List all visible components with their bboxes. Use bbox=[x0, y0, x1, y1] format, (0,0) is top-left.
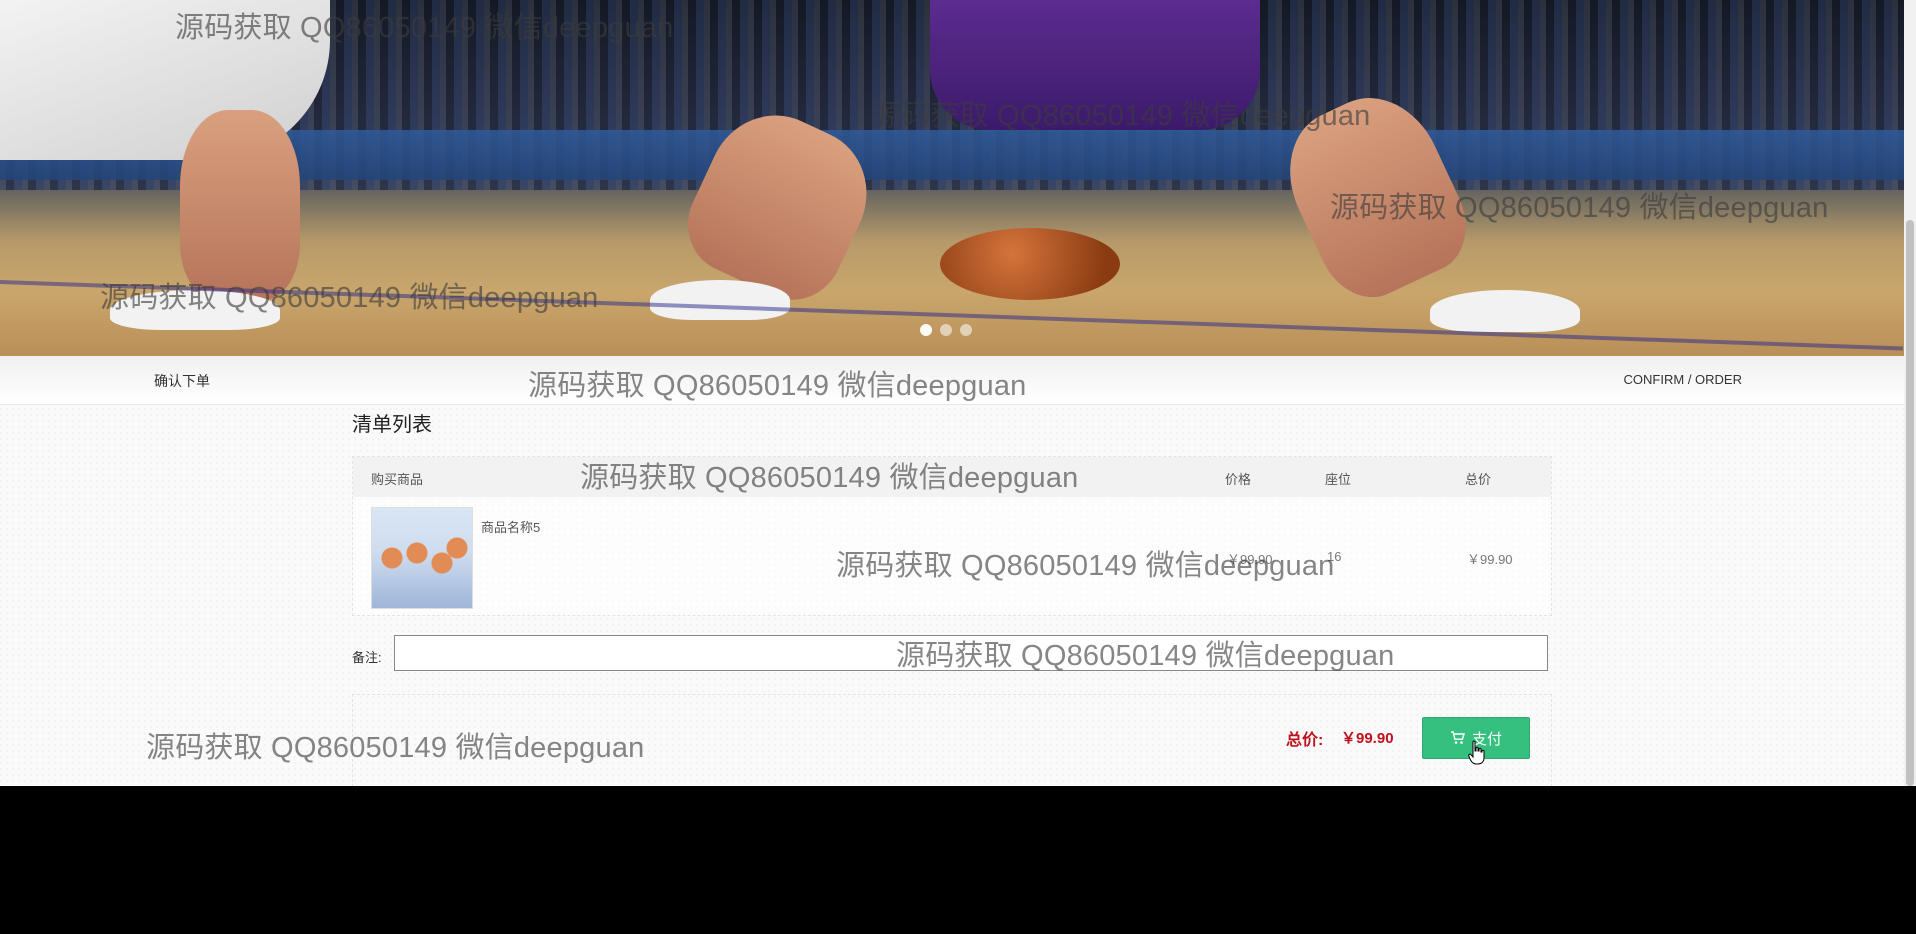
cart-icon bbox=[1450, 731, 1465, 744]
page: 确认下单 CONFIRM / ORDER 清单列表 购买商品 价格 座位 总价 … bbox=[0, 0, 1904, 786]
page-title-bar: 确认下单 CONFIRM / ORDER bbox=[0, 356, 1904, 405]
banner-shoe bbox=[650, 280, 790, 320]
cursor-hand-icon bbox=[1468, 740, 1485, 765]
page-subtitle: CONFIRM / ORDER bbox=[1623, 372, 1742, 387]
banner-carousel[interactable] bbox=[0, 0, 1904, 356]
banner-shoe bbox=[1430, 290, 1580, 332]
order-table: 购买商品 价格 座位 总价 商品名称5 ￥99.90 16 ￥99.90 bbox=[352, 456, 1552, 616]
banner-shoe bbox=[110, 290, 280, 330]
header-total: 总价 bbox=[1465, 472, 1492, 487]
total-value: ￥99.90 bbox=[1341, 730, 1394, 747]
carousel-dot[interactable] bbox=[940, 324, 952, 336]
banner-court-line bbox=[0, 280, 1903, 351]
banner-jersey bbox=[930, 0, 1260, 130]
note-input[interactable] bbox=[394, 635, 1548, 671]
carousel-dot[interactable] bbox=[920, 324, 932, 336]
header-product: 购买商品 bbox=[371, 472, 424, 487]
banner-ball bbox=[940, 228, 1120, 300]
table-header: 购买商品 价格 座位 总价 bbox=[353, 457, 1551, 497]
page-title: 确认下单 bbox=[154, 373, 210, 389]
row-price: ￥99.90 bbox=[1227, 552, 1273, 567]
product-name[interactable]: 商品名称5 bbox=[481, 517, 540, 536]
carousel-indicators bbox=[920, 324, 972, 336]
row-total: ￥99.90 bbox=[1467, 552, 1513, 567]
section-title: 清单列表 bbox=[352, 414, 432, 436]
row-seat: 16 bbox=[1327, 549, 1342, 564]
note-label: 备注: bbox=[352, 650, 382, 665]
total-label: 总价: bbox=[1286, 732, 1324, 749]
banner-leg bbox=[180, 110, 300, 300]
header-seat: 座位 bbox=[1325, 472, 1352, 487]
scrollbar-thumb[interactable] bbox=[1906, 220, 1914, 786]
carousel-dot[interactable] bbox=[960, 324, 972, 336]
table-row: 商品名称5 ￥99.90 16 ￥99.90 bbox=[353, 497, 1551, 613]
product-thumbnail[interactable] bbox=[371, 507, 473, 609]
header-price: 价格 bbox=[1225, 472, 1252, 487]
